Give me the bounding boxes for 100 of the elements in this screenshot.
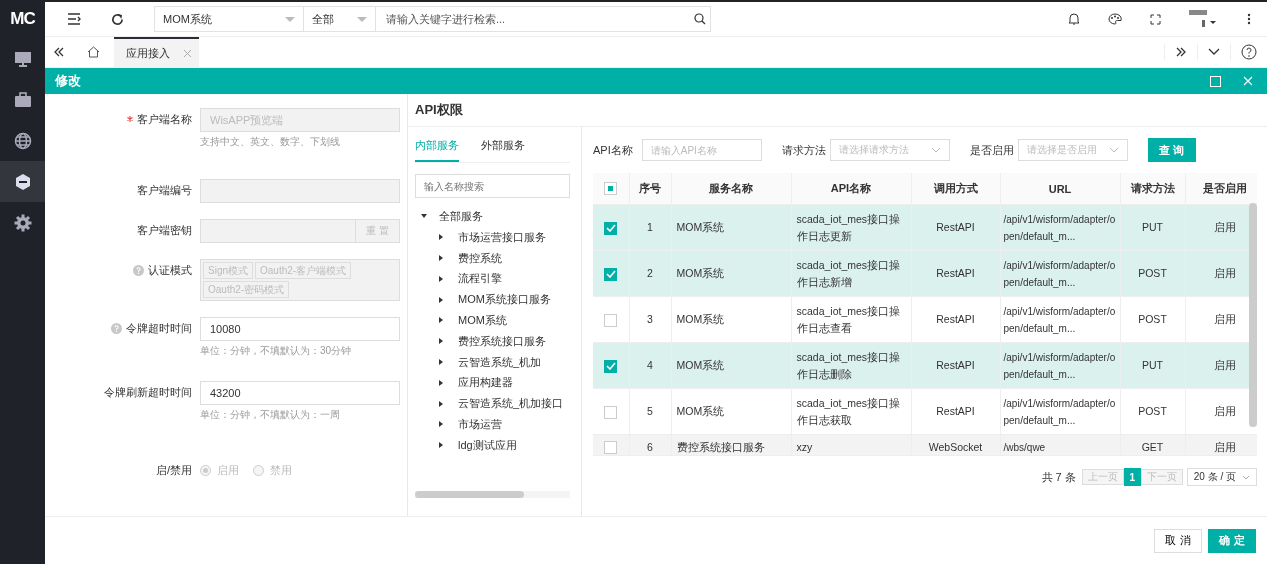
table-cell: scada_iot_mes接口操作日志更新 <box>796 212 901 242</box>
tree-item[interactable]: 市场运营 <box>415 413 570 435</box>
table-cell: POST <box>1138 267 1167 279</box>
tree-item[interactable]: 应用构建器 <box>415 372 570 394</box>
table-cell: xzy <box>796 440 813 453</box>
table-cell: 4 <box>647 359 653 371</box>
table-cell: 启用 <box>1214 440 1236 453</box>
refresh-icon[interactable] <box>111 12 124 26</box>
table-cell: 5 <box>647 405 653 417</box>
table-cell: RestAPI <box>936 359 975 371</box>
table-cell: 2 <box>647 267 653 279</box>
table-cell: MOM系统 <box>676 267 725 279</box>
field-label: 客户端编号 <box>137 183 192 198</box>
table-cell: 启用 <box>1214 313 1236 325</box>
input-field[interactable]: 请输入API名称 <box>641 139 762 161</box>
tree-item[interactable]: 流程引擎 <box>415 268 570 290</box>
column-header: 是否启用 <box>1185 173 1257 205</box>
table-cell: 6 <box>647 440 653 453</box>
logo: MC <box>9 8 36 30</box>
tree-item[interactable]: MOM系统接口服务 <box>415 289 570 310</box>
input-field[interactable]: 10080 <box>200 317 400 341</box>
table-cell: WebSocket <box>928 440 983 453</box>
column-header: 请求方法 <box>1120 173 1185 205</box>
table-cell: RestAPI <box>936 267 975 279</box>
system-select[interactable]: MOM系统 <box>154 6 303 32</box>
tree-item[interactable]: ldg测试应用 <box>415 434 570 456</box>
input-field[interactable]: 43200 <box>200 381 400 405</box>
table-cell: 1 <box>647 221 653 233</box>
table-cell: /api/v1/wisform/adapter/open/default_m... <box>1003 213 1116 242</box>
row-checkbox[interactable] <box>604 441 618 455</box>
home-icon[interactable] <box>87 46 100 58</box>
field-label: 认证模式 <box>148 263 192 278</box>
bell-icon[interactable] <box>1068 12 1080 26</box>
row-checkbox[interactable] <box>604 267 618 281</box>
globe-icon <box>13 131 32 150</box>
table-cell: MOM系统 <box>676 221 725 233</box>
fullscreen-icon[interactable] <box>1150 13 1161 25</box>
field-label: 令牌超时时间 <box>126 321 192 336</box>
row-checkbox[interactable] <box>604 313 618 327</box>
field-hint: 单位：分钟，不填默认为：30分钟 <box>200 344 353 358</box>
table-cell: scada_iot_mes接口操作日志获取 <box>796 396 901 426</box>
palette-icon[interactable] <box>1108 13 1122 25</box>
table-cell: 启用 <box>1214 359 1236 371</box>
table-cell: /api/v1/wisform/adapter/open/default_m... <box>1003 351 1116 380</box>
column-header: 序号 <box>629 173 671 205</box>
table-cell: 启用 <box>1214 221 1236 233</box>
select-all-checkbox[interactable] <box>604 182 618 196</box>
table-cell: /api/v1/wisform/adapter/open/default_m... <box>1003 397 1116 426</box>
table-cell: PUT <box>1142 359 1163 371</box>
column-header: 服务名称 <box>671 173 791 205</box>
menu-icon[interactable] <box>67 13 81 25</box>
field-label: 客户端名称 <box>137 112 192 127</box>
table-cell: /api/v1/wisform/adapter/open/default_m... <box>1003 259 1116 288</box>
caret-icon <box>285 17 295 22</box>
tree-item[interactable]: 云智造系统_机加接口 <box>415 393 570 414</box>
caret-icon <box>357 17 367 22</box>
table-cell: scada_iot_mes接口操作日志删除 <box>796 350 901 380</box>
chevron-down-icon <box>1242 474 1250 480</box>
page-size-select[interactable]: 20 条 / 页 <box>1186 468 1257 486</box>
table-cell: RestAPI <box>936 405 975 417</box>
tree-search-field[interactable]: 输入名称搜索 <box>415 174 570 198</box>
table-cell: scada_iot_mes接口操作日志查看 <box>796 304 901 334</box>
more-icon[interactable] <box>1247 13 1251 25</box>
table-cell: /wbs/qwe <box>1003 441 1046 453</box>
table-cell: PUT <box>1142 221 1163 233</box>
service-tab[interactable]: 外部服务 <box>481 130 525 162</box>
tree-item[interactable]: 费控系统接口服务 <box>415 330 570 352</box>
table-cell: scada_iot_mes接口操作日志新增 <box>796 258 901 288</box>
table-cell: POST <box>1138 313 1167 325</box>
tree-item[interactable]: 费控系统 <box>415 247 570 269</box>
column-header: 调用方式 <box>911 173 1000 205</box>
row-checkbox[interactable] <box>604 359 618 373</box>
field-hint: 支持中文、英文、数字、下划线 <box>200 135 341 149</box>
briefcase-icon <box>13 90 32 109</box>
chevron-down-icon <box>1108 147 1119 153</box>
row-checkbox[interactable] <box>604 405 618 419</box>
table-cell: RestAPI <box>936 313 975 325</box>
sidebar-item[interactable] <box>0 161 45 202</box>
table-cell: 费控系统接口服务 <box>676 440 765 453</box>
table-cell: /api/v1/wisform/adapter/open/default_m... <box>1003 305 1116 334</box>
page-tab[interactable]: 应用接入 <box>114 37 199 67</box>
row-checkbox[interactable] <box>604 221 618 235</box>
chevron-down-icon <box>930 147 941 153</box>
total-count: 共 7 条 <box>1041 469 1076 485</box>
filter-label: 是否启用 <box>969 142 1014 158</box>
monitor-icon <box>13 49 32 68</box>
collapse-icon[interactable] <box>53 47 65 57</box>
table-cell: 启用 <box>1214 405 1236 417</box>
dialog-title: 修改 <box>55 72 81 90</box>
table-cell: MOM系统 <box>676 313 725 325</box>
tree-item[interactable]: 全部服务 <box>415 206 570 227</box>
tree-item[interactable]: 云智造系统_机加 <box>415 351 570 373</box>
scrollbar-thumb[interactable] <box>1249 203 1257 427</box>
tree-item[interactable]: MOM系统 <box>415 310 570 331</box>
maximize-icon[interactable] <box>1210 75 1221 87</box>
table-cell: MOM系统 <box>676 405 725 417</box>
tree-item[interactable]: 市场运营接口服务 <box>415 226 570 248</box>
cancel-button[interactable]: 取 消 <box>1154 528 1202 553</box>
scrollbar-thumb[interactable] <box>415 491 524 498</box>
table-cell: POST <box>1138 405 1167 417</box>
